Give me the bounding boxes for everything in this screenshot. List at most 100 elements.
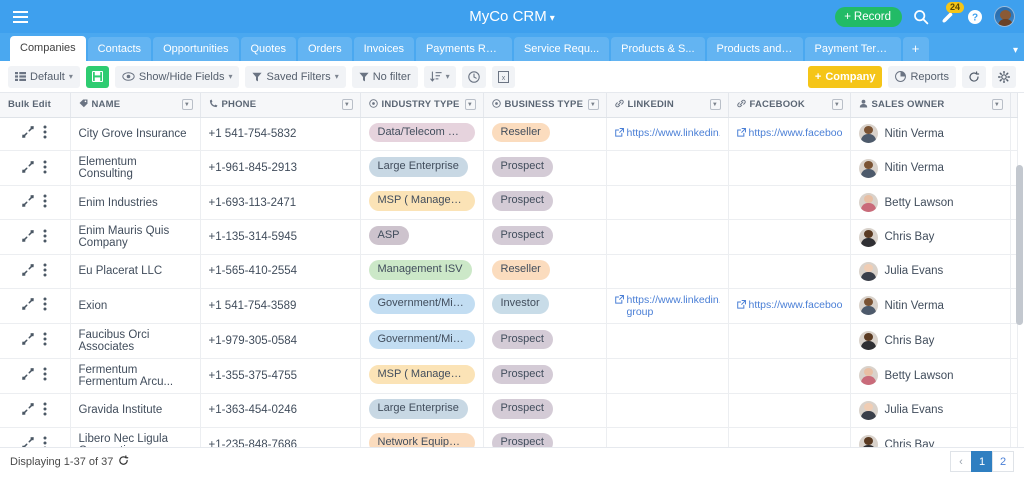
expand-row-icon[interactable] xyxy=(22,195,35,210)
column-menu-icon[interactable]: ▼ xyxy=(464,99,476,110)
cell-name[interactable]: City Grove Insurance xyxy=(70,117,201,152)
page-button-1[interactable]: 1 xyxy=(971,451,993,472)
expand-row-icon[interactable] xyxy=(22,264,35,279)
saved-filters-button[interactable]: Saved Filters ▾ xyxy=(245,65,346,88)
table-row[interactable]: Eu Placerat LLC +1-565-410-2554 Management… xyxy=(0,254,1018,289)
refresh-button[interactable] xyxy=(962,65,986,88)
tab-opportunities[interactable]: Opportunities xyxy=(153,37,239,61)
cell-name[interactable]: Faucibus Orci Associates xyxy=(70,323,201,359)
column-header-sales-owner[interactable]: SALES OWNER ▼ xyxy=(850,93,1011,118)
cell-phone[interactable]: +1 541-754-5832 xyxy=(200,117,361,152)
table-row[interactable]: Enim Mauris Quis Company +1-135-314-5945 A… xyxy=(0,219,1018,255)
cell-phone[interactable]: +1-135-314-5945 xyxy=(200,219,361,255)
cell-phone[interactable]: +1-235-848-7686 xyxy=(200,427,361,447)
cell-name[interactable]: Gravida Institute xyxy=(70,393,201,428)
column-header-facebook[interactable]: FACEBOOK ▼ xyxy=(728,93,851,118)
cell-name[interactable]: Libero Nec Ligula Corporation xyxy=(70,427,201,447)
row-menu-icon[interactable] xyxy=(43,229,47,246)
row-menu-icon[interactable] xyxy=(43,402,47,419)
column-menu-icon[interactable]: ▼ xyxy=(181,99,193,110)
row-menu-icon[interactable] xyxy=(43,436,47,447)
tab-orders[interactable]: Orders xyxy=(297,37,352,61)
cell-phone[interactable]: +1 541-754-3589 xyxy=(200,288,361,324)
cell-name[interactable]: Fermentum Fermentum Arcu... xyxy=(70,358,201,394)
cell-phone[interactable]: +1-565-410-2554 xyxy=(200,254,361,289)
notification-icon[interactable]: 24 xyxy=(940,1,965,25)
table-row[interactable]: Enim Industries +1-693-113-2471 MSP ( Mana… xyxy=(0,185,1018,220)
table-row[interactable]: Exion +1 541-754-3589 Government/Milit... I… xyxy=(0,288,1018,324)
table-row[interactable]: Libero Nec Ligula Corporation+1-235-848-… xyxy=(0,427,1018,447)
cell-phone[interactable]: +1-979-305-0584 xyxy=(200,323,361,359)
row-menu-icon[interactable] xyxy=(43,160,47,177)
no-filter-button[interactable]: No filter xyxy=(351,65,418,88)
cell-phone[interactable]: +1-693-113-2471 xyxy=(200,185,361,220)
tab-products-and[interactable]: Products and ... xyxy=(706,37,803,61)
column-menu-icon[interactable]: ▼ xyxy=(587,99,599,110)
column-menu-icon[interactable]: ▼ xyxy=(831,99,843,110)
tab-contacts[interactable]: Contacts xyxy=(87,37,152,61)
settings-button[interactable] xyxy=(992,65,1016,88)
show-hide-fields-button[interactable]: Show/Hide Fields ▾ xyxy=(114,65,240,88)
row-menu-icon[interactable] xyxy=(43,297,47,314)
tab-quotes[interactable]: Quotes xyxy=(240,37,296,61)
reports-button[interactable]: Reports xyxy=(888,65,956,88)
tab-payment-terms[interactable]: Payment Terms xyxy=(804,37,901,61)
column-header-industry-type[interactable]: INDUSTRY TYPE ▼ xyxy=(360,93,484,118)
history-button[interactable] xyxy=(461,65,486,88)
add-company-button[interactable]: + Company xyxy=(807,65,883,88)
search-icon[interactable] xyxy=(913,9,929,25)
table-row[interactable]: City Grove Insurance +1 541-754-5832 Data/… xyxy=(0,117,1018,152)
cell-phone[interactable]: +1-363-454-0246 xyxy=(200,393,361,428)
column-header-business-type[interactable]: BUSINESS TYPE ▼ xyxy=(483,93,607,118)
column-header-linkedin[interactable]: LINKEDIN ▼ xyxy=(606,93,729,118)
row-menu-icon[interactable] xyxy=(43,332,47,349)
table-row[interactable]: Elementum Consulting +1-961-845-2913 Large… xyxy=(0,150,1018,187)
cell-name[interactable]: Elementum Consulting xyxy=(70,150,201,187)
user-avatar[interactable] xyxy=(994,6,1015,27)
column-header-name[interactable]: NAME ▼ xyxy=(70,93,201,118)
row-menu-icon[interactable] xyxy=(43,125,47,142)
cell-name[interactable]: Enim Industries xyxy=(70,185,201,220)
expand-row-icon[interactable] xyxy=(22,229,35,245)
facebook-link[interactable]: https://www.facebook xyxy=(736,127,842,140)
linkedin-link[interactable]: https://www.linkedin.c xyxy=(614,127,720,140)
help-icon[interactable]: ? xyxy=(967,9,983,25)
hamburger-icon[interactable] xyxy=(0,10,38,23)
tab-products-s[interactable]: Products & S... xyxy=(611,37,705,61)
expand-row-icon[interactable] xyxy=(22,402,35,418)
expand-row-icon[interactable] xyxy=(22,126,35,141)
bulk-edit-button[interactable]: Bulk Edit xyxy=(0,93,71,118)
cell-name[interactable]: Exion xyxy=(70,288,201,324)
cell-phone[interactable]: +1-355-375-4755 xyxy=(200,358,361,394)
column-menu-icon[interactable]: ▼ xyxy=(991,99,1003,110)
save-view-button[interactable] xyxy=(85,65,109,88)
prev-page-button[interactable]: ‹ xyxy=(950,451,972,472)
table-row[interactable]: Faucibus Orci Associates +1-979-305-0584 G… xyxy=(0,323,1018,359)
cell-phone[interactable]: +1-961-845-2913 xyxy=(200,150,361,187)
export-excel-button[interactable]: x xyxy=(491,65,515,88)
cell-name[interactable]: Eu Placerat LLC xyxy=(70,254,201,289)
expand-row-icon[interactable] xyxy=(22,437,35,447)
view-selector[interactable]: Default ▾ xyxy=(8,65,80,88)
table-row[interactable]: Fermentum Fermentum Arcu... +1-355-375-47… xyxy=(0,358,1018,394)
scrollbar-thumb[interactable] xyxy=(1016,165,1023,325)
add-record-button[interactable]: + Record xyxy=(835,6,902,27)
expand-row-icon[interactable] xyxy=(22,368,35,383)
row-menu-icon[interactable] xyxy=(43,194,47,211)
column-menu-icon[interactable]: ▼ xyxy=(341,99,353,110)
column-header-phone[interactable]: PHONE ▼ xyxy=(200,93,361,118)
tab-overflow-icon[interactable]: ▾ xyxy=(1013,45,1018,56)
refresh-icon[interactable] xyxy=(118,454,129,469)
tab-payments-rec[interactable]: Payments Rec... xyxy=(415,37,512,61)
row-menu-icon[interactable] xyxy=(43,263,47,280)
expand-row-icon[interactable] xyxy=(22,160,35,176)
facebook-link[interactable]: https://www.facebook xyxy=(736,299,842,312)
linkedin-link[interactable]: https://www.linkedin.c group xyxy=(614,294,720,318)
page-button-2[interactable]: 2 xyxy=(992,451,1014,472)
expand-row-icon[interactable] xyxy=(22,298,35,313)
cell-name[interactable]: Enim Mauris Quis Company xyxy=(70,219,201,255)
add-tab-button[interactable]: + xyxy=(902,37,929,61)
tab-companies[interactable]: Companies xyxy=(10,36,86,61)
expand-row-icon[interactable] xyxy=(22,333,35,348)
table-row[interactable]: Gravida Institute +1-363-454-0246 Large En… xyxy=(0,393,1018,428)
